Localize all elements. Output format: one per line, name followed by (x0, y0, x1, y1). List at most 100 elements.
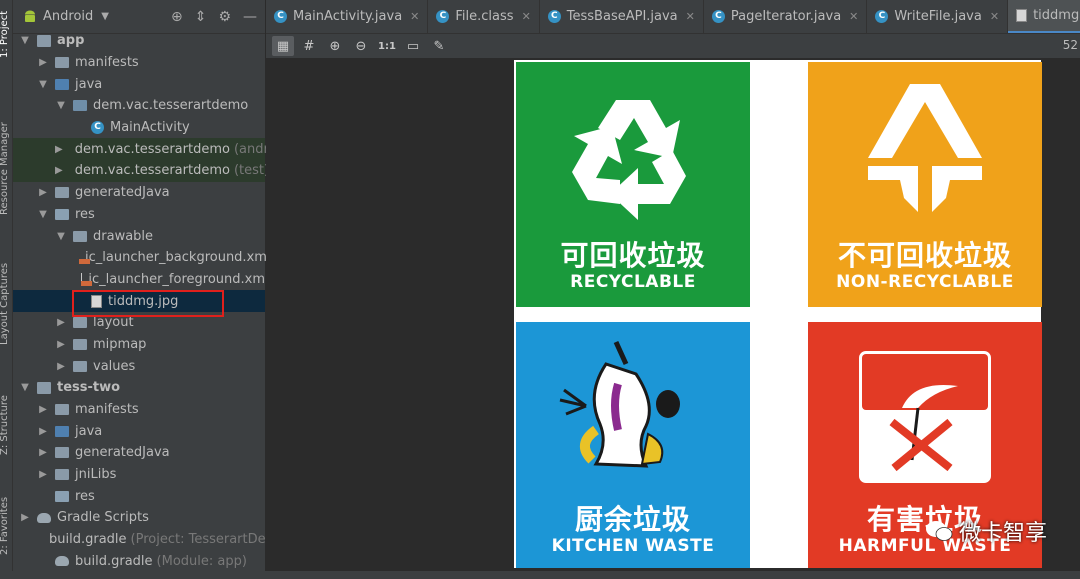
tree-item[interactable]: ▼ drawable (13, 225, 265, 247)
editor-tab[interactable]: C File.class ✕ (428, 0, 540, 33)
tree-item[interactable]: ▶ dem.vac.tesserartdemo (andro (13, 138, 277, 161)
recyclable-en-label: RECYCLABLE (570, 272, 696, 292)
close-icon[interactable]: ✕ (990, 10, 999, 23)
tree-item-label: java (75, 76, 103, 92)
tree-item-label: build.gradle (49, 532, 127, 548)
resource-manager-tool-tab[interactable]: Resource Manager (0, 122, 10, 215)
chevron-right-icon[interactable]: ▶ (55, 339, 67, 350)
tree-item[interactable]: ▼ tess-two (13, 377, 265, 399)
chevron-right-icon[interactable]: ▶ (55, 317, 67, 328)
tree-item[interactable]: build.gradle (Module: app) (13, 551, 265, 573)
tree-item[interactable]: ▶ dem.vac.tesserartdemo (test) (13, 160, 269, 182)
tree-item-label: dem.vac.tesserartdemo (74, 141, 230, 157)
library-module-icon (37, 381, 51, 394)
tree-item-suffix: (Module: app) (156, 553, 247, 569)
editor-tab[interactable]: C MainActivity.java ✕ (266, 0, 429, 33)
chevron-right-icon[interactable]: ▶ (19, 512, 31, 523)
wechat-icon (926, 521, 953, 541)
tree-item[interactable]: res (13, 485, 265, 507)
editor-tab[interactable]: tiddmg.jpg✕ (1008, 0, 1080, 33)
chevron-right-icon[interactable]: ▶ (37, 404, 49, 415)
locate-icon[interactable]: ⊕ (171, 9, 183, 25)
editor-tab[interactable]: C PageIterator.java ✕ (704, 0, 868, 33)
class-icon: C (91, 121, 104, 135)
kitchen-waste-cn-label: 厨余垃圾 (574, 503, 691, 536)
chevron-down-icon[interactable]: ▼ (55, 231, 67, 242)
non-recyclable-cn-label: 不可回收垃圾 (837, 239, 1012, 272)
tree-item[interactable]: ▶ manifests (13, 52, 265, 74)
chevron-down-icon[interactable]: ▼ (37, 79, 49, 90)
tree-item[interactable]: ▶ Gradle Scripts (13, 507, 265, 529)
gear-icon[interactable]: ⚙ (218, 9, 231, 25)
chevron-right-icon[interactable]: ▶ (37, 57, 49, 68)
status-bar (0, 571, 1080, 579)
tree-item[interactable]: ▶ generatedJava (13, 442, 265, 464)
tree-item-label: values (93, 358, 136, 374)
tree-item[interactable]: ▶ jniLibs (13, 464, 265, 486)
apple-core-icon (559, 340, 680, 468)
layout-captures-tool-tab[interactable]: Layout Captures (0, 263, 10, 345)
tree-item[interactable]: ▶ values (13, 355, 265, 377)
garbage-sort-image: 可回收垃圾 RECYCLABLE 不可回收垃圾 NON-RECYCLABLE 厨… (514, 60, 1042, 568)
chevron-right-icon[interactable]: ▶ (55, 165, 63, 176)
module-icon (37, 34, 51, 47)
minimize-icon[interactable]: — (243, 9, 257, 25)
tree-item[interactable]: ▼ dem.vac.tesserartdemo (13, 95, 265, 117)
chevron-down-icon[interactable]: ▼ (55, 100, 67, 111)
editor-tab-label: TessBaseAPI.java (566, 9, 678, 24)
close-icon[interactable]: ✕ (686, 10, 695, 23)
chevron-down-icon[interactable]: ▼ (19, 35, 31, 46)
chevron-down-icon[interactable]: ▼ (37, 209, 49, 220)
tree-item-label: generatedJava (75, 185, 170, 201)
tree-item[interactable]: C MainActivity (13, 117, 265, 139)
chevron-down-icon[interactable]: ▼ (19, 382, 31, 393)
zoom-in-icon[interactable]: ⊕ (324, 36, 346, 56)
close-icon[interactable]: ✕ (522, 10, 531, 23)
chevron-right-icon[interactable]: ▶ (55, 144, 63, 155)
tree-item[interactable]: ▼ app (13, 30, 265, 52)
tree-item[interactable]: build.gradle (Project: TesserartDe (13, 529, 266, 551)
tree-item[interactable]: ▶ manifests (13, 399, 265, 421)
grid-icon[interactable]: # (298, 36, 320, 56)
chevron-right-icon[interactable]: ▶ (37, 187, 49, 198)
chevron-down-icon[interactable]: ▼ (101, 11, 109, 22)
highlight-annotation (72, 290, 224, 317)
tree-item[interactable]: ▶ generatedJava (13, 182, 265, 204)
project-tool-tab[interactable]: 1: Project (0, 11, 10, 58)
chevron-right-icon[interactable]: ▶ (37, 447, 49, 458)
class-icon: C (711, 10, 725, 23)
chessboard-icon[interactable]: ▦ (272, 36, 294, 56)
editor-tab[interactable]: C TessBaseAPI.java ✕ (540, 0, 704, 33)
tree-item-label: ic_launcher_background.xm (85, 250, 267, 266)
tree-item-label: dem.vac.tesserartdemo (74, 163, 230, 179)
chevron-right-icon[interactable]: ▶ (37, 426, 49, 437)
fit-zoom-icon[interactable]: ▭ (402, 36, 424, 56)
close-icon[interactable]: ✕ (410, 10, 419, 23)
image-file-icon (1016, 8, 1028, 22)
tree-item[interactable]: ic_launcher_background.xm (13, 247, 267, 269)
tree-item-label: Gradle Scripts (57, 510, 149, 526)
tree-item[interactable]: ic_launcher_foreground.xm (13, 269, 265, 291)
chevron-right-icon[interactable]: ▶ (37, 469, 49, 480)
tree-item[interactable]: ▶ java (13, 420, 265, 442)
actual-size-button[interactable]: 1:1 (376, 36, 398, 56)
close-icon[interactable]: ✕ (849, 10, 858, 23)
tree-item[interactable]: ▼ res (13, 204, 265, 226)
zoom-out-icon[interactable]: ⊖ (350, 36, 372, 56)
tree-item[interactable]: ▶ mipmap (13, 334, 265, 356)
recycle-icon (572, 100, 686, 220)
res-folder-icon (55, 490, 69, 502)
color-picker-icon[interactable]: ✎ (428, 36, 450, 56)
tree-item-label: java (75, 423, 103, 439)
editor-tab[interactable]: C WriteFile.java ✕ (867, 0, 1009, 33)
chevron-right-icon[interactable]: ▶ (55, 361, 67, 372)
favorites-tool-tab[interactable]: 2: Favorites (0, 497, 10, 555)
tree-item-label: layout (93, 315, 134, 331)
class-icon: C (875, 10, 889, 23)
collapse-icon[interactable]: ⇕ (195, 9, 207, 25)
tree-item[interactable]: ▼ java (13, 73, 265, 95)
editor-tab-label: File.class (455, 9, 514, 24)
project-view-selector[interactable]: Android (43, 9, 93, 24)
structure-tool-tab[interactable]: Z: Structure (0, 395, 10, 455)
tree-item-label: manifests (75, 402, 139, 418)
